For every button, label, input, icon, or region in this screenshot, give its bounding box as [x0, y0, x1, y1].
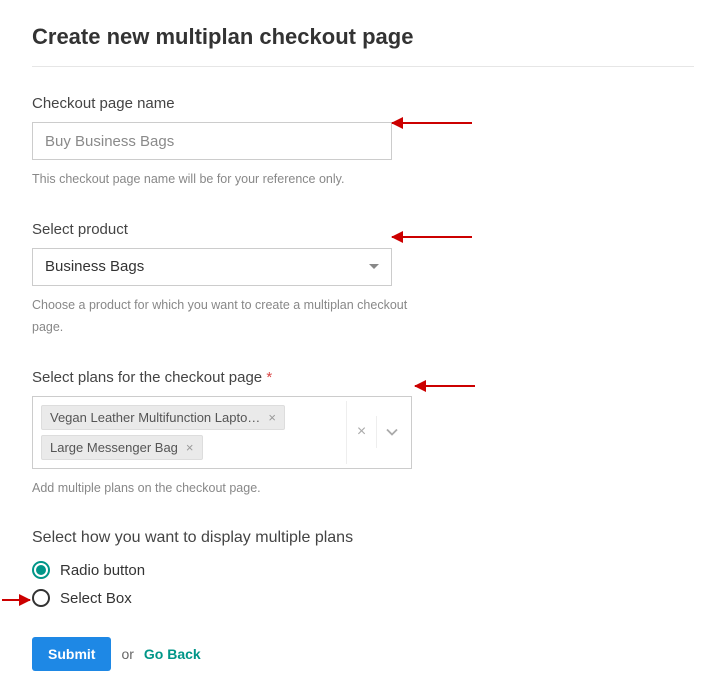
divider [32, 66, 694, 67]
field-display-mode: Select how you want to display multiple … [32, 529, 694, 607]
dropdown-toggle[interactable] [377, 428, 407, 436]
multiselect-controls: × [346, 401, 407, 464]
plan-tag-label: Large Messenger Bag [50, 440, 178, 455]
radio-option-label: Radio button [60, 562, 145, 579]
required-asterisk: * [266, 369, 272, 386]
page-title: Create new multiplan checkout page [32, 24, 694, 50]
plans-hint: Add multiple plans on the checkout page. [32, 477, 432, 500]
product-selected-value: Business Bags [45, 258, 144, 275]
plan-tag: Large Messenger Bag × [41, 435, 203, 460]
remove-tag-icon[interactable]: × [268, 410, 276, 425]
product-label: Select product [32, 221, 694, 238]
checkout-name-input[interactable] [32, 122, 392, 160]
display-mode-label: Select how you want to display multiple … [32, 529, 694, 547]
product-select[interactable]: Business Bags [32, 248, 392, 286]
or-text: or [121, 646, 133, 662]
go-back-link[interactable]: Go Back [144, 646, 201, 662]
plans-tags-area: Vegan Leather Multifunction Lapto… × Lar… [37, 401, 346, 464]
clear-all-icon[interactable]: × [347, 416, 377, 448]
plans-multiselect[interactable]: Vegan Leather Multifunction Lapto… × Lar… [32, 396, 412, 469]
checkout-name-label: Checkout page name [32, 95, 694, 112]
checkout-name-hint: This checkout page name will be for your… [32, 168, 432, 191]
remove-tag-icon[interactable]: × [186, 440, 194, 455]
submit-button[interactable]: Submit [32, 637, 111, 671]
plan-tag-label: Vegan Leather Multifunction Lapto… [50, 410, 260, 425]
radio-icon [32, 589, 50, 607]
field-checkout-name: Checkout page name This checkout page na… [32, 95, 694, 191]
radio-option-radio-button[interactable]: Radio button [32, 561, 694, 579]
field-select-product: Select product Business Bags Choose a pr… [32, 221, 694, 339]
plans-label: Select plans for the checkout page * [32, 369, 694, 386]
product-hint: Choose a product for which you want to c… [32, 294, 432, 339]
plans-label-text: Select plans for the checkout page [32, 369, 262, 386]
caret-down-icon [369, 264, 379, 269]
radio-icon [32, 561, 50, 579]
radio-option-label: Select Box [60, 590, 132, 607]
field-select-plans: Select plans for the checkout page * Veg… [32, 369, 694, 500]
radio-option-select-box[interactable]: Select Box [32, 589, 694, 607]
plan-tag: Vegan Leather Multifunction Lapto… × [41, 405, 285, 430]
form-actions: Submit or Go Back [32, 637, 694, 671]
chevron-down-icon [386, 428, 398, 436]
